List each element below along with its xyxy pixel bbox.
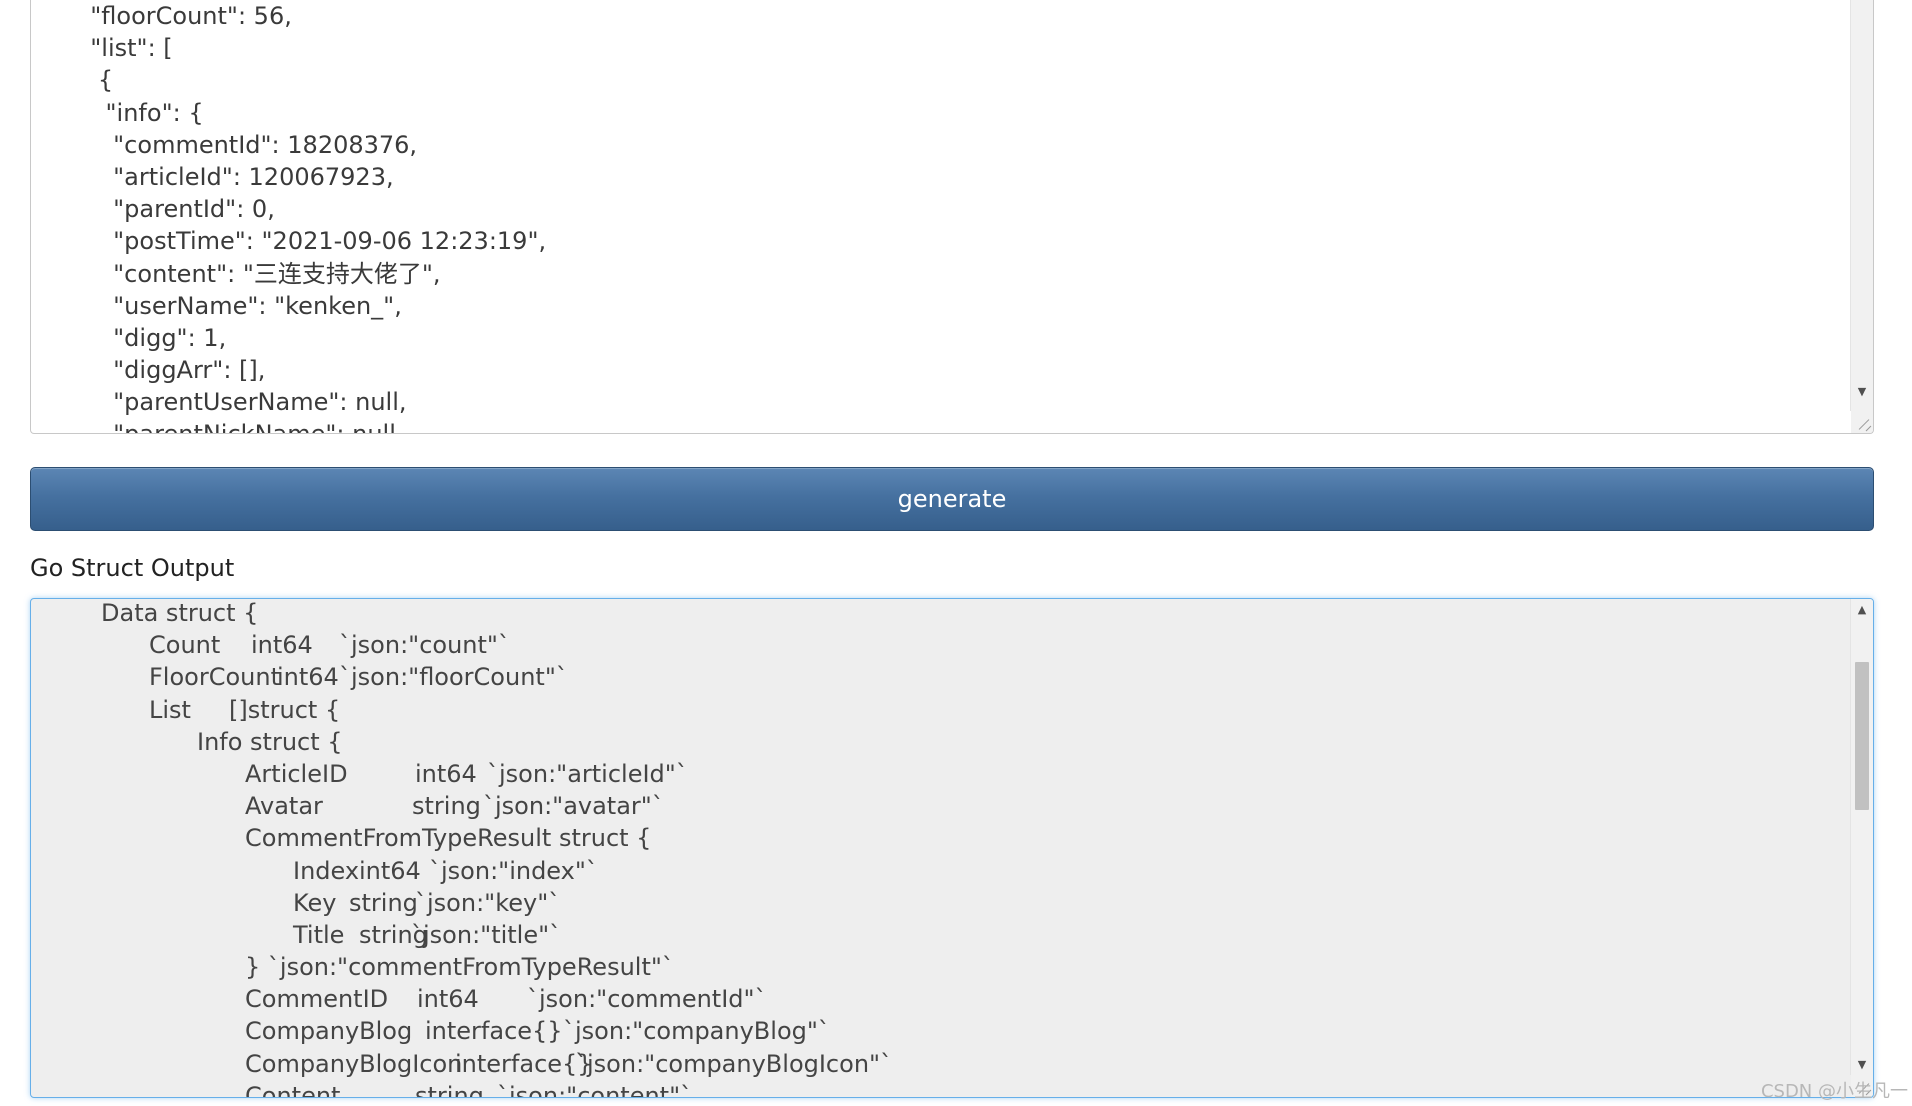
json-input-line: "commentId": 18208376, (75, 130, 418, 159)
go-field-tag: `json:"content"` (497, 1081, 693, 1098)
go-field-name: Index (293, 856, 360, 885)
json-input-line: "info": { (75, 98, 204, 127)
go-field-tag: `json:"companyBlogIcon"` (575, 1049, 893, 1078)
go-field-name: CompanyBlog (245, 1017, 413, 1046)
go-field-tag: `json:"companyBlog"` (563, 1017, 830, 1046)
go-field-name: Count (149, 631, 221, 660)
go-struct-output-label: Go Struct Output (30, 554, 235, 582)
go-field-name: Key (293, 888, 337, 917)
go-output-line: CompanyBlogIcon interface{} `json:"company… (31, 1048, 1843, 1080)
scroll-up-arrow-icon[interactable]: ▲ (1851, 600, 1873, 620)
go-output-line: Count int64 `json:"count"` (31, 629, 1843, 661)
go-field-type: int64 (251, 631, 313, 660)
go-output-line: Data struct { (31, 599, 1843, 629)
csdn-watermark: CSDN @小生凡一 (1760, 1081, 1908, 1102)
go-output-line: } `json:"commentFromTypeResult"` (31, 951, 1843, 983)
json-input-textarea[interactable]: "floorCount": 56, "list": [ { "info": { … (30, 0, 1874, 434)
go-field-tag: `json:"articleId"` (487, 759, 688, 788)
go-output-line: CompanyBlog interface{} `json:"companyBlog… (31, 1015, 1843, 1047)
go-field-name: FloorCount (149, 663, 280, 692)
go-field-type: int64 (417, 985, 479, 1014)
json-input-line: "userName": "kenken_", (75, 291, 402, 320)
go-field-type: int64 (415, 759, 477, 788)
generate-button[interactable]: generate (30, 467, 1874, 531)
go-output-line: List []struct { (31, 694, 1843, 726)
go-field-name: CommentFromTypeResult struct { (245, 824, 652, 853)
json-input-line: "digg": 1, (75, 323, 227, 352)
go-output-lines: Data struct {Count int64 `json:"count"` Flo… (31, 599, 1843, 1098)
go-output-line: Content string `json:"content"` (31, 1080, 1843, 1098)
go-field-name: CompanyBlogIcon (245, 1049, 463, 1078)
go-field-type: []struct { (229, 695, 341, 724)
go-field-type: string (412, 792, 481, 821)
scroll-down-arrow-icon[interactable]: ▼ (1851, 1055, 1873, 1075)
go-output-line: Index int64 `json:"index"` (31, 855, 1843, 887)
json-input-line: "parentId": 0, (75, 195, 275, 224)
json-input-line: "parentNickName": null (75, 418, 1843, 433)
go-field-name: Avatar (245, 792, 323, 821)
scroll-down-arrow-icon[interactable]: ▼ (1851, 382, 1873, 402)
go-field-type: string (415, 1081, 484, 1098)
json-input-line: "diggArr": [], (75, 356, 266, 385)
go-field-tag: `json:"title"` (411, 920, 562, 949)
go-field-type: int64 (277, 663, 339, 692)
go-field-type: interface{} (455, 1049, 593, 1078)
go-field-type: int64 (359, 856, 421, 885)
json-input-line: { (75, 66, 114, 95)
go-output-line: Info struct { (31, 726, 1843, 758)
go-field-name: CommentID (245, 985, 389, 1014)
go-output-line: Avatar string `json:"avatar"` (31, 790, 1843, 822)
go-field-name: ArticleID (245, 759, 348, 788)
go-field-name: Title (293, 920, 345, 949)
go-output-scrollbar[interactable]: ▲ ▼ (1850, 599, 1873, 1075)
json-input-line: "postTime": "2021-09-06 12:23:19", (75, 227, 547, 256)
go-field-name: List (149, 695, 191, 724)
go-output-line: CommentID int64 `json:"commentId"` (31, 983, 1843, 1015)
go-field-tag: `json:"index"` (429, 856, 598, 885)
go-field-tag: `json:"avatar"` (483, 792, 664, 821)
go-field-name: Content (245, 1081, 341, 1098)
go-struct-output-textarea[interactable]: Data struct {Count int64 `json:"count"` Flo… (30, 598, 1874, 1098)
json-input-line: "articleId": 120067923, (75, 162, 394, 191)
resize-grip-icon[interactable] (1851, 411, 1873, 433)
go-output-line: FloorCount int64 `json:"floorCount"` (31, 661, 1843, 693)
go-field-type: interface{} (425, 1017, 563, 1046)
json-input-line: "content": "三连支持大佬了", (75, 259, 441, 288)
go-field-name: } `json:"commentFromTypeResult"` (245, 953, 674, 982)
go-field-name: Data struct { (101, 599, 259, 627)
go-field-type: string (349, 888, 418, 917)
go-field-tag: `json:"commentId"` (527, 985, 767, 1014)
json-input-line: "floorCount": 56, (75, 2, 292, 30)
go-output-line: Title string `json:"title"` (31, 919, 1843, 951)
go-output-line: ArticleID int64 `json:"articleId"` (31, 758, 1843, 790)
go-output-line: CommentFromTypeResult struct { (31, 822, 1843, 854)
json-input-scrollbar[interactable]: ▼ (1850, 0, 1873, 411)
json-input-line: "parentUserName": null, (75, 388, 407, 417)
go-field-tag: `json:"floorCount"` (339, 663, 568, 692)
go-output-scroll-thumb[interactable] (1855, 662, 1869, 810)
go-field-name: Info struct { (197, 727, 343, 756)
go-output-line: Key string `json:"key"` (31, 887, 1843, 919)
go-field-tag: `json:"key"` (415, 888, 561, 917)
json-input-line: "list": [ (75, 34, 173, 63)
page: "floorCount": 56, "list": [ { "info": { … (0, 0, 1912, 1106)
go-field-tag: `json:"count"` (339, 631, 510, 660)
json-input-lines: "floorCount": 56, "list": [ { "info": { … (75, 0, 1843, 433)
